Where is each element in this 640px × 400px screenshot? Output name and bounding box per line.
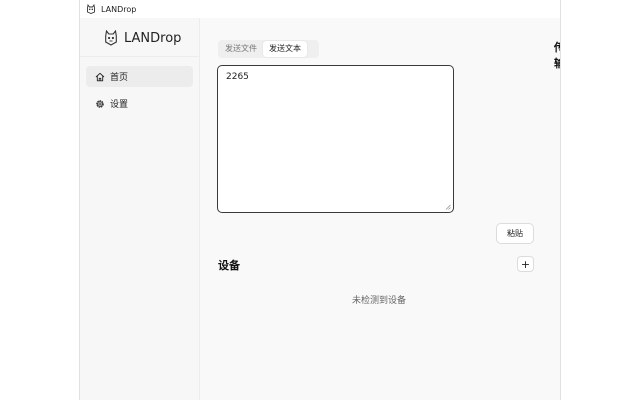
sidebar-item-home[interactable]: 首页 (86, 66, 193, 87)
landrop-logo-icon (87, 4, 95, 14)
sidebar-divider (80, 56, 199, 57)
text-input-value: 2265 (226, 72, 249, 82)
main-panel: 发送文件 发送文本 传输 2265 粘贴 设备 + 未检测到设备 (199, 18, 560, 400)
sidebar-item-label: 首页 (110, 73, 129, 83)
brand: LANDrop (104, 28, 181, 48)
tab-send-text[interactable]: 发送文本 (263, 41, 307, 57)
resize-grip-icon[interactable] (445, 204, 451, 210)
send-mode-tabs: 发送文件 发送文本 (218, 40, 319, 58)
title-bar: LANDrop (80, 0, 560, 18)
devices-title: 设备 (218, 259, 240, 272)
transfer-title: 传输 (554, 41, 560, 70)
home-icon (95, 72, 105, 81)
brand-name: LANDrop (124, 30, 182, 46)
paste-button[interactable]: 粘贴 (496, 223, 534, 244)
sidebar-item-settings[interactable]: 设置 (86, 93, 193, 114)
tab-send-file[interactable]: 发送文件 (219, 41, 263, 57)
sidebar-item-label: 设置 (110, 100, 129, 110)
window-title: LANDrop (101, 4, 137, 14)
add-device-button[interactable]: + (517, 256, 534, 272)
app-window: LANDrop LANDrop 首页 设置 发送文件 发送文本 传输 2265 … (80, 0, 560, 400)
text-input[interactable]: 2265 (217, 65, 454, 213)
sidebar: LANDrop 首页 设置 (80, 18, 200, 400)
gear-icon (96, 99, 104, 108)
empty-devices-message: 未检测到设备 (351, 296, 406, 306)
landrop-logo-icon (105, 30, 117, 46)
